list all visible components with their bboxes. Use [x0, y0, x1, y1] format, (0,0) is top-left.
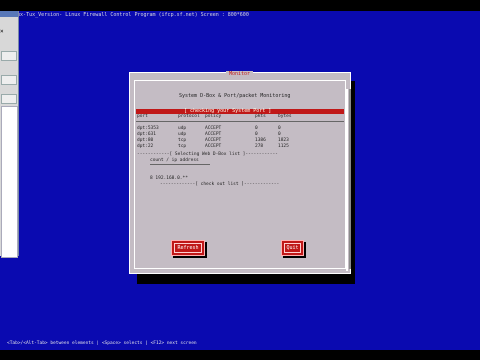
letterbox-top — [0, 0, 480, 11]
col-bytes: bytes — [278, 114, 292, 119]
toolbar-icon[interactable] — [1, 94, 17, 104]
cell-policy: ACCEPT — [205, 132, 222, 137]
col-policy: policy — [205, 114, 222, 119]
scrollbar-shadow — [349, 89, 351, 269]
quit-label: Quit — [286, 245, 299, 251]
cell-policy: ACCEPT — [205, 126, 222, 131]
check-list-divider: -------------[ check out list ]---------… — [160, 182, 280, 187]
background-window[interactable]: × — [0, 11, 19, 258]
cell-bytes: 0 — [278, 126, 281, 131]
cell-port: dpt:631 — [137, 132, 156, 137]
list-subheader: count / ip address — [150, 158, 199, 163]
cell-port: dpt:80 — [137, 138, 154, 143]
dialog-title: Monitor — [226, 71, 254, 77]
cell-bytes: 0 — [278, 132, 281, 137]
cell-policy: ACCEPT — [205, 138, 222, 143]
col-port: port — [137, 114, 148, 119]
toolbar-icon[interactable] — [1, 51, 17, 61]
col-pkts: pkts — [255, 114, 266, 119]
cell-protocol: tcp — [178, 144, 187, 149]
cell-policy: ACCEPT — [205, 144, 222, 149]
cell-pkts: 0 — [255, 132, 258, 137]
cell-protocol: tcp — [178, 138, 187, 143]
cell-port: dpt:5353 — [137, 126, 159, 131]
window-pane — [1, 106, 18, 258]
section-bar: [ checking your System Port ] — [136, 108, 344, 114]
header-divider — [136, 121, 344, 122]
keyboard-hints: <Tab>/<Alt-Tab> between elements | <Spac… — [7, 341, 197, 346]
cell-pkts: 0 — [255, 126, 258, 131]
cell-pkts: 278 — [255, 144, 264, 149]
refresh-button[interactable]: Refresh — [171, 240, 205, 256]
letterbox-bottom — [0, 350, 480, 360]
monitor-dialog: Monitor — [129, 71, 351, 274]
cell-protocol: udp — [178, 132, 187, 137]
monitor-heading: System D-Box & Port/packet Monitoring — [179, 93, 291, 99]
cell-pkts: 1386 — [255, 138, 266, 143]
cell-bytes: 1125 — [278, 144, 289, 149]
cell-protocol: udp — [178, 126, 187, 131]
refresh-label: Refresh — [177, 245, 199, 251]
app-title: Ty-Tux-Tux_Version- Linux Firewall Contr… — [5, 12, 249, 18]
close-icon[interactable]: × — [0, 28, 8, 35]
cell-bytes: 1823 — [278, 138, 289, 143]
scrollbar-track[interactable] — [346, 89, 348, 271]
ip-entry[interactable]: 8 192.168.0.** — [150, 176, 188, 181]
col-protocol: protocol — [178, 114, 200, 119]
quit-button[interactable]: Quit — [281, 240, 304, 256]
select-list-divider: ------------[ Selecting Web D-Box list ]… — [137, 152, 278, 157]
window-titlebar[interactable] — [0, 11, 18, 17]
cell-port: dpt:22 — [137, 144, 154, 149]
toolbar-icon[interactable] — [1, 75, 17, 85]
subheader-divider — [150, 164, 210, 165]
